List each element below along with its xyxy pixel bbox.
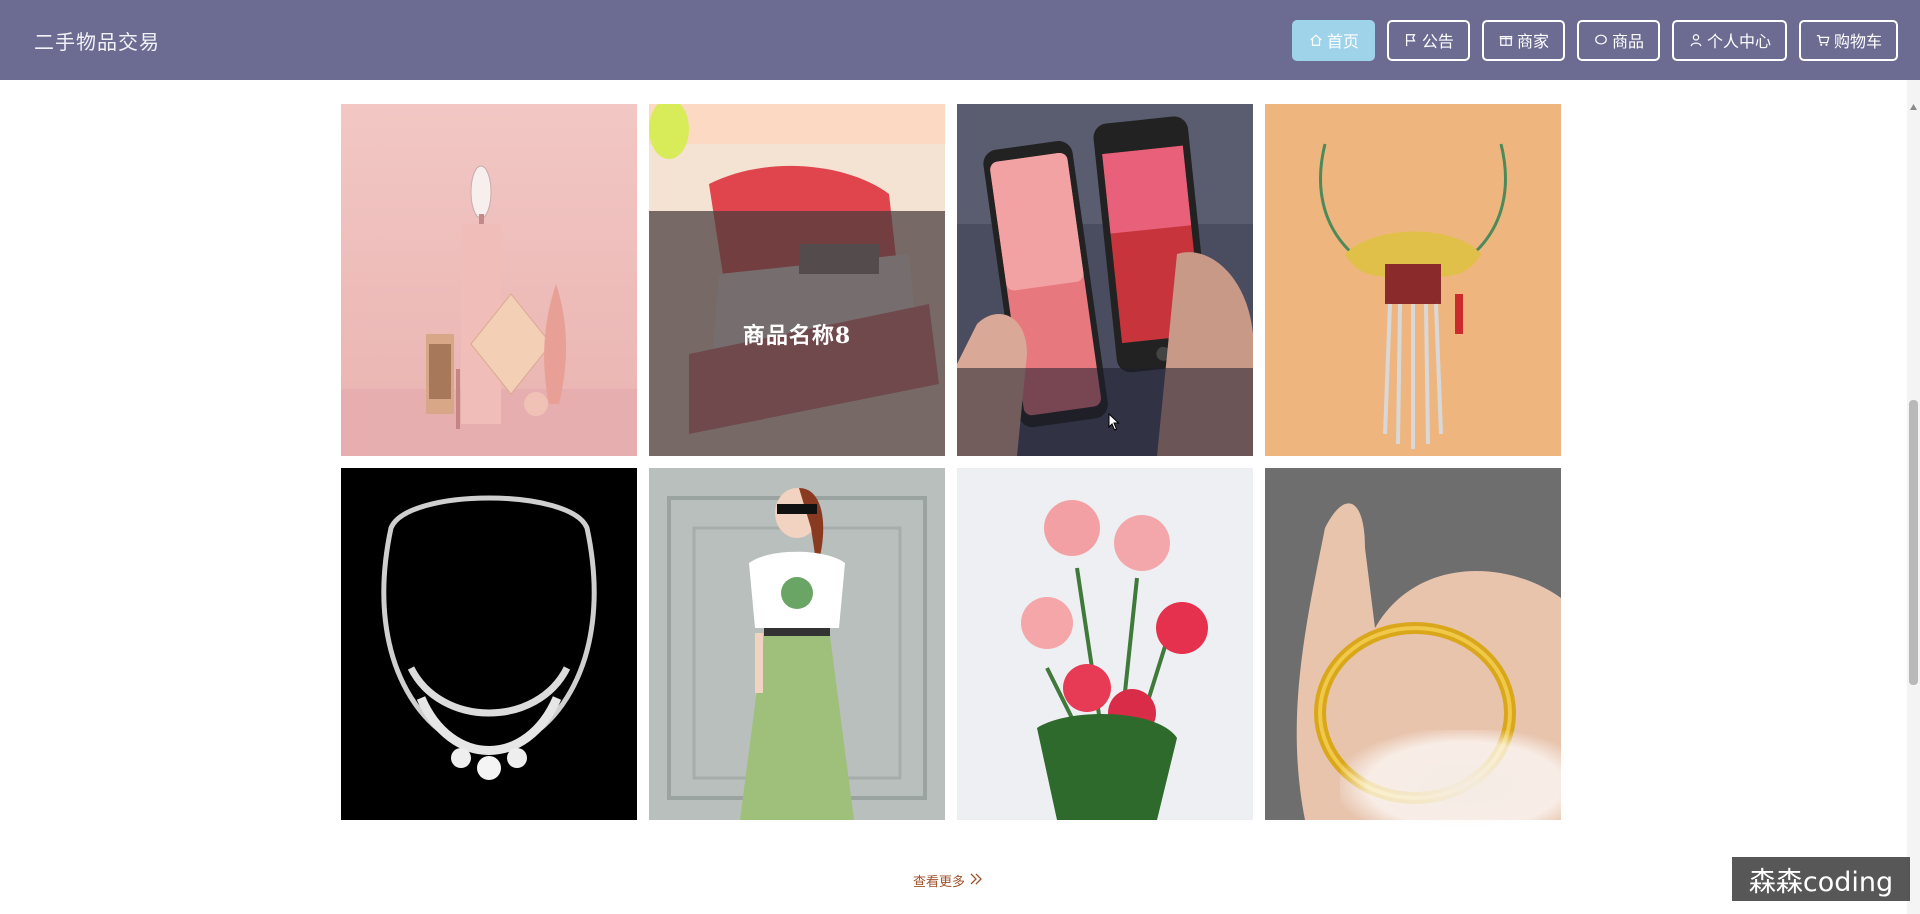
- product-bottom-shade: [957, 368, 1253, 456]
- user-icon: [1688, 32, 1704, 48]
- product-image-cosmetics: [341, 104, 637, 456]
- product-image-diamond-necklace: [341, 468, 637, 820]
- nav-products-button[interactable]: 商品: [1576, 19, 1660, 61]
- product-card[interactable]: [957, 468, 1253, 820]
- product-card[interactable]: [1265, 104, 1561, 456]
- flag-icon: [1403, 32, 1419, 48]
- home-icon: [1308, 32, 1324, 48]
- product-card[interactable]: [649, 468, 945, 820]
- see-more-label: 查看更多: [913, 875, 966, 890]
- blur-overlay: [1340, 730, 1590, 840]
- nav-home-label: 首页: [1326, 32, 1359, 51]
- product-card[interactable]: [957, 104, 1253, 456]
- product-image-roses: [957, 468, 1253, 820]
- product-card[interactable]: [341, 104, 637, 456]
- product-grid: 商品名称8: [341, 104, 1563, 820]
- product-name: 商品名称8: [742, 322, 852, 349]
- nav-merchants-button[interactable]: 商家: [1481, 19, 1565, 61]
- nav-products-label: 商品: [1611, 32, 1644, 51]
- mouse-cursor-icon: [1108, 413, 1120, 431]
- chat-bubble-icon: [1593, 32, 1609, 48]
- product-hover-overlay[interactable]: 商品名称8: [649, 211, 945, 456]
- scrollbar-thumb[interactable]: [1909, 400, 1918, 685]
- product-card[interactable]: [341, 468, 637, 820]
- scroll-up-arrow-icon[interactable]: [1909, 103, 1918, 111]
- product-image-woman-skirt: [649, 468, 945, 820]
- nav-profile-label: 个人中心: [1706, 32, 1771, 51]
- main-nav: 首页 公告 商家 商品 个人中心 购物车: [1291, 19, 1898, 61]
- nav-merchants-label: 商家: [1516, 32, 1549, 51]
- nav-profile-button[interactable]: 个人中心: [1671, 19, 1787, 61]
- nav-announcements-label: 公告: [1421, 32, 1454, 51]
- nav-home-button[interactable]: 首页: [1291, 19, 1375, 61]
- nav-cart-button[interactable]: 购物车: [1798, 19, 1898, 61]
- nav-announcements-button[interactable]: 公告: [1386, 19, 1470, 61]
- site-brand[interactable]: 二手物品交易: [34, 26, 160, 55]
- cart-icon: [1815, 32, 1831, 48]
- nav-cart-label: 购物车: [1833, 32, 1882, 51]
- top-navbar: 二手物品交易 首页 公告 商家 商品 个人中心 购物车: [0, 0, 1920, 80]
- gift-icon: [1498, 32, 1514, 48]
- see-more-link[interactable]: 查看更多: [913, 871, 983, 890]
- product-image-gold-necklace: [1265, 104, 1561, 456]
- watermark: 森森coding: [1732, 857, 1910, 901]
- product-card[interactable]: 商品名称8: [649, 104, 945, 456]
- double-chevron-right-icon: [969, 873, 983, 889]
